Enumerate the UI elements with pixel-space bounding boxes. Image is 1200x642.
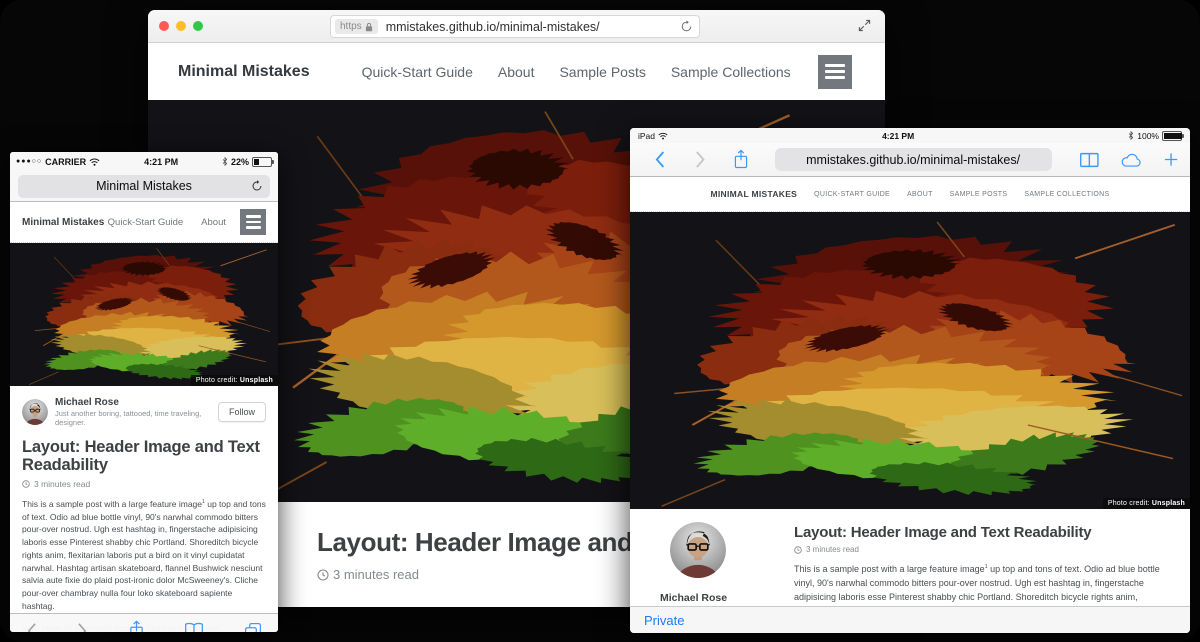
bluetooth-icon bbox=[1128, 131, 1134, 140]
icloud-tabs-icon[interactable] bbox=[1120, 152, 1143, 168]
signal-strength-dots: ●●●○○ bbox=[16, 158, 42, 165]
photo-credit-badge: Photo credit: Unsplash bbox=[191, 375, 278, 386]
desktop-masthead: Minimal Mistakes Quick-Start Guide About… bbox=[148, 43, 885, 100]
carrier-label: CARRIER bbox=[45, 157, 86, 167]
nav-link-about[interactable]: About bbox=[201, 217, 226, 228]
address-bar[interactable]: https mmistakes.github.io/minimal-mistak… bbox=[330, 15, 700, 38]
author-name: Michael Rose bbox=[660, 592, 768, 604]
clock-icon bbox=[317, 569, 329, 581]
fullscreen-icon[interactable] bbox=[857, 18, 872, 33]
read-time-meta: 3 minutes read bbox=[22, 479, 266, 489]
site-title-link[interactable]: MINIMAL MISTAKES bbox=[710, 189, 797, 199]
author-avatar bbox=[670, 522, 726, 578]
page-title-text: Minimal Mistakes bbox=[96, 179, 192, 193]
back-button[interactable] bbox=[654, 150, 665, 169]
refresh-icon[interactable] bbox=[680, 20, 693, 33]
ipad-toolbar: mmistakes.github.io/minimal-mistakes/ bbox=[630, 143, 1190, 177]
url-text: mmistakes.github.io/minimal-mistakes/ bbox=[386, 20, 680, 34]
author-name: Michael Rose bbox=[55, 397, 218, 408]
iphone-address-field[interactable]: Minimal Mistakes bbox=[18, 175, 270, 198]
read-time-text: 3 minutes read bbox=[806, 545, 859, 554]
autumn-leaves-photo bbox=[18, 245, 270, 386]
nav-link-sample-collections[interactable]: SAMPLE COLLECTIONS bbox=[1024, 191, 1109, 198]
ipad-header-image: Photo credit: Unsplash bbox=[630, 212, 1190, 509]
iphone-bottom-toolbar bbox=[10, 613, 278, 632]
new-tab-button[interactable] bbox=[1164, 152, 1178, 167]
private-button[interactable]: Private bbox=[644, 613, 684, 628]
post-title: Layout: Header Image and Text Readabilit… bbox=[22, 438, 266, 475]
forward-button[interactable] bbox=[77, 622, 88, 632]
nav-link-quick-start-guide[interactable]: Quick-Start Guide bbox=[108, 217, 184, 228]
post-body-paragraph-1: This is a sample post with a large featu… bbox=[22, 498, 266, 613]
nav-link-sample-posts[interactable]: Sample Posts bbox=[559, 64, 645, 80]
site-title-link[interactable]: Minimal Mistakes bbox=[22, 217, 104, 228]
status-time: 4:21 PM bbox=[668, 131, 1128, 141]
ipad-address-field[interactable]: mmistakes.github.io/minimal-mistakes/ bbox=[775, 148, 1052, 171]
desktop-titlebar: https mmistakes.github.io/minimal-mistak… bbox=[148, 10, 885, 43]
ipad-status-bar: iPad 4:21 PM 100% bbox=[630, 128, 1190, 143]
iphone-safari-window: ●●●○○ CARRIER 4:21 PM 22% Minimal Mistak… bbox=[10, 152, 278, 632]
clock-icon bbox=[794, 546, 802, 554]
nav-link-quick-start-guide[interactable]: QUICK-START GUIDE bbox=[814, 191, 890, 198]
read-time-text: 3 minutes read bbox=[333, 567, 419, 582]
battery-percent: 22% bbox=[231, 157, 249, 167]
back-button[interactable] bbox=[26, 622, 37, 632]
device-label: iPad bbox=[638, 131, 655, 141]
autumn-leaves-photo bbox=[638, 215, 1182, 509]
https-badge: https bbox=[335, 19, 378, 34]
ipad-masthead: MINIMAL MISTAKES QUICK-START GUIDE ABOUT… bbox=[630, 177, 1190, 212]
wifi-icon bbox=[89, 158, 100, 166]
wifi-icon bbox=[658, 132, 668, 140]
refresh-icon[interactable] bbox=[251, 180, 263, 192]
nav-link-about[interactable]: ABOUT bbox=[907, 191, 933, 198]
follow-button[interactable]: Follow bbox=[218, 402, 266, 422]
window-controls bbox=[159, 21, 203, 31]
read-time-meta: 3 minutes read bbox=[794, 545, 1164, 554]
battery-icon bbox=[252, 157, 272, 167]
share-button[interactable] bbox=[128, 620, 145, 632]
post-title: Layout: Header Image and Text Readabilit… bbox=[794, 524, 1164, 541]
menu-toggle-button[interactable] bbox=[818, 55, 852, 89]
iphone-status-bar: ●●●○○ CARRIER 4:21 PM 22% bbox=[10, 152, 278, 171]
site-title-link[interactable]: Minimal Mistakes bbox=[178, 63, 310, 81]
author-row: Michael Rose Just another boring, tattoo… bbox=[22, 397, 266, 427]
iphone-url-bar: Minimal Mistakes bbox=[10, 171, 278, 202]
bluetooth-icon bbox=[222, 157, 228, 166]
forward-button[interactable] bbox=[695, 150, 706, 169]
nav-link-sample-collections[interactable]: Sample Collections bbox=[671, 64, 791, 80]
tabs-button[interactable] bbox=[244, 622, 262, 632]
battery-icon bbox=[1162, 131, 1182, 141]
desktop-nav: Quick-Start Guide About Sample Posts Sam… bbox=[362, 64, 791, 80]
composite-canvas: https mmistakes.github.io/minimal-mistak… bbox=[0, 0, 1200, 642]
minimize-window-button[interactable] bbox=[176, 21, 186, 31]
iphone-header-image: Photo credit: Unsplash bbox=[10, 243, 278, 386]
url-text: mmistakes.github.io/minimal-mistakes/ bbox=[806, 153, 1020, 167]
private-browsing-bar: Private bbox=[630, 606, 1190, 633]
iphone-post-content: Michael Rose Just another boring, tattoo… bbox=[10, 386, 278, 632]
ipad-safari-window: iPad 4:21 PM 100% mmistakes.github.io/mi… bbox=[630, 128, 1190, 633]
https-label: https bbox=[340, 21, 362, 32]
photo-credit-badge: Photo credit: Unsplash bbox=[1103, 498, 1190, 509]
bookmarks-button[interactable] bbox=[184, 622, 204, 632]
iphone-masthead: Minimal Mistakes Quick-Start Guide About bbox=[10, 202, 278, 243]
padlock-icon bbox=[365, 22, 373, 32]
author-bio: Just another boring, tattooed, time trav… bbox=[55, 409, 218, 427]
read-time-text: 3 minutes read bbox=[34, 479, 90, 489]
clock-icon bbox=[22, 480, 30, 488]
nav-link-quick-start-guide[interactable]: Quick-Start Guide bbox=[362, 64, 473, 80]
author-avatar bbox=[22, 399, 48, 425]
battery-percent: 100% bbox=[1137, 131, 1159, 141]
close-window-button[interactable] bbox=[159, 21, 169, 31]
status-time: 4:21 PM bbox=[100, 157, 222, 167]
nav-link-sample-posts[interactable]: SAMPLE POSTS bbox=[950, 191, 1008, 198]
zoom-window-button[interactable] bbox=[193, 21, 203, 31]
share-button[interactable] bbox=[733, 149, 749, 170]
menu-toggle-button[interactable] bbox=[240, 209, 266, 235]
bookmarks-button[interactable] bbox=[1079, 151, 1100, 169]
nav-link-about[interactable]: About bbox=[498, 64, 535, 80]
